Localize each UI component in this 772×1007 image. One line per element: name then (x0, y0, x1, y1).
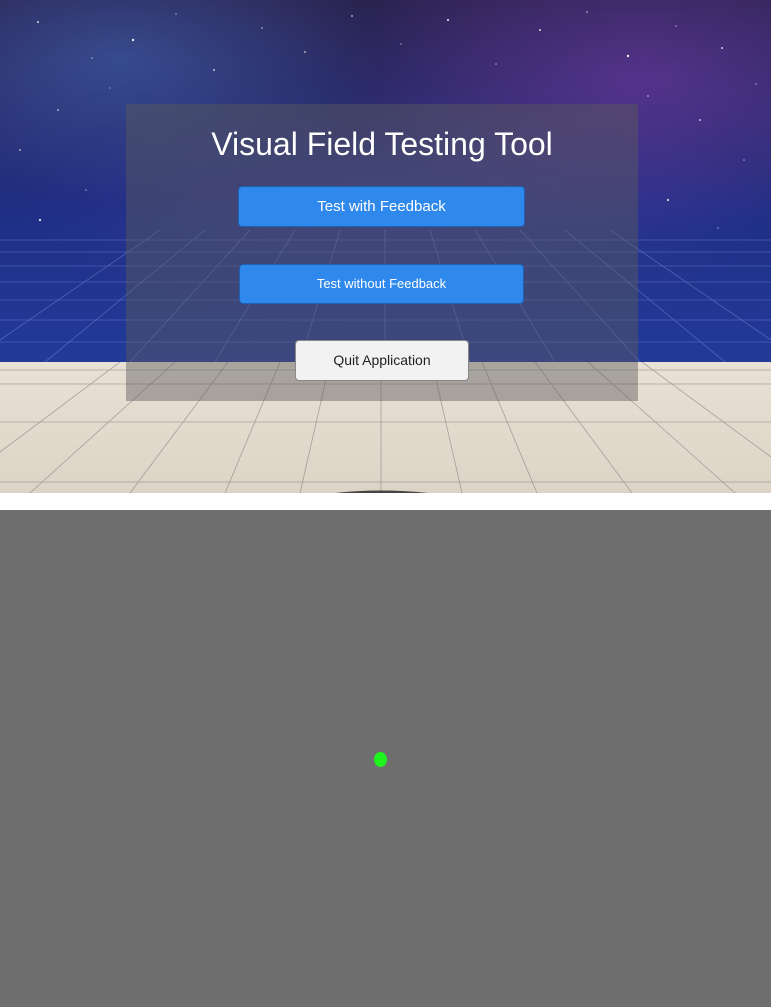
app-window: Visual Field Testing Tool Test with Feed… (0, 0, 772, 1007)
app-title: Visual Field Testing Tool (211, 126, 553, 162)
menu-scene: Visual Field Testing Tool Test with Feed… (0, 0, 771, 493)
view-separator (0, 493, 772, 510)
fixation-dot-icon (374, 752, 387, 767)
test-with-feedback-button[interactable]: Test with Feedback (238, 186, 525, 227)
test-without-feedback-button[interactable]: Test without Feedback (239, 264, 524, 304)
quit-application-button[interactable]: Quit Application (295, 340, 469, 381)
visual-field-test-view (0, 510, 771, 1007)
